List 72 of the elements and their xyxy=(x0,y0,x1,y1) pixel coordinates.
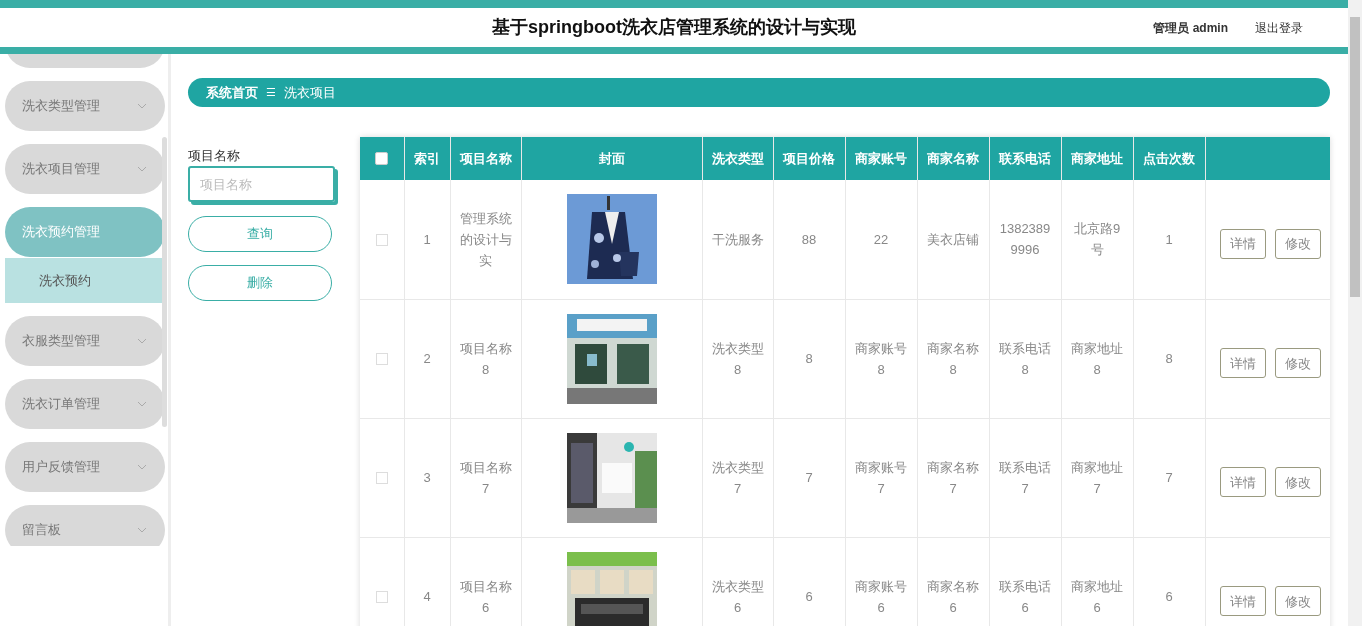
table-cell: 8 xyxy=(1165,351,1173,366)
column-header: 联系电话 xyxy=(989,137,1061,180)
action-button[interactable]: 修改 xyxy=(1274,467,1321,498)
sidebar-item[interactable]: 用户反馈管理 xyxy=(5,442,165,492)
breadcrumb-current: 洗衣项目 xyxy=(284,83,336,102)
table-cell: 商家名称7 xyxy=(927,459,979,496)
search-field[interactable]: 项目名称 xyxy=(188,166,335,202)
table-cell: 商家名称6 xyxy=(927,578,979,615)
action-button[interactable]: 查询 xyxy=(188,216,332,252)
table-cell: 1 xyxy=(423,231,431,247)
table-cell: 项目名称6 xyxy=(459,578,512,615)
column-header: 商家名称 xyxy=(917,137,989,180)
table-cell: 洗衣类型7 xyxy=(711,459,764,496)
action-button[interactable]: 修改 xyxy=(1274,586,1321,617)
column-header: 封面 xyxy=(521,137,702,180)
table-cell: 3 xyxy=(423,470,431,485)
table-cell: 8 xyxy=(805,351,813,366)
action-button[interactable]: 删除 xyxy=(188,265,332,301)
action-button[interactable]: 修改 xyxy=(1274,229,1321,260)
table-cell: 项目名称7 xyxy=(459,459,512,496)
table-cell: 88 xyxy=(801,231,817,247)
table-cell: 商家账号6 xyxy=(855,578,907,615)
sidebar-item[interactable]: 洗衣预约管理 xyxy=(5,207,165,257)
table-cell: 商家地址7 xyxy=(1071,459,1123,496)
table-cell: 联系电话8 xyxy=(999,340,1051,377)
table-cell: 6 xyxy=(1165,589,1173,604)
table-cell: 2 xyxy=(423,351,431,366)
table-cell: 联系电话7 xyxy=(999,459,1051,496)
table-cell: 联系电话6 xyxy=(999,578,1051,615)
column-header: 项目价格 xyxy=(773,137,845,180)
table-cell: 项目名称8 xyxy=(459,340,512,377)
page-title: 基于springboot洗衣店管理系统的设计与实现 xyxy=(492,16,856,39)
table-cell: 北京路9号 xyxy=(1073,221,1121,258)
column-header: 项目名称 xyxy=(450,137,521,180)
table-cell: 7 xyxy=(805,470,813,485)
action-button[interactable]: 修改 xyxy=(1274,348,1321,379)
field-label: 项目名称 xyxy=(188,147,241,164)
table-cell: 商家地址6 xyxy=(1071,578,1123,615)
column-header: 商家账号 xyxy=(845,137,917,180)
submenu-item[interactable]: 洗衣预约 xyxy=(5,258,165,303)
sidebar-item[interactable]: 洗衣订单管理 xyxy=(5,379,165,429)
table-cell: 商家账号7 xyxy=(855,459,907,496)
table-cell: 13823899996 xyxy=(999,221,1051,258)
column-header: 点击次数 xyxy=(1133,137,1205,180)
table-cell: 干洗服务 xyxy=(711,231,764,247)
sidebar-item[interactable]: 洗衣项目管理 xyxy=(5,144,165,194)
column-header: 商家地址 xyxy=(1061,137,1133,180)
action-button[interactable]: 详情 xyxy=(1219,467,1266,498)
sidebar-item[interactable]: 洗衣类型管理 xyxy=(5,81,165,131)
table-cell: 1 xyxy=(1165,231,1173,247)
action-button[interactable]: 详情 xyxy=(1219,348,1266,379)
sidebar-item[interactable]: 衣服类型管理 xyxy=(5,316,165,366)
admin-label: 管理员 admin xyxy=(1153,19,1228,37)
logout-link[interactable]: 退出登录 xyxy=(1255,18,1303,37)
column-header: 洗衣类型 xyxy=(702,137,773,180)
breadcrumb-link[interactable]: 系统首页 xyxy=(206,82,258,103)
breadcrumb-separator: ☰ xyxy=(266,85,276,101)
table-cell: 商家地址8 xyxy=(1071,340,1123,377)
column-header: 索引 xyxy=(404,137,450,180)
table-cell: 7 xyxy=(1165,470,1173,485)
table-cell: 管理系统的设计与实 xyxy=(459,210,512,268)
table-cell: 22 xyxy=(873,231,889,247)
table-cell: 6 xyxy=(805,589,813,604)
table-cell: 美衣店铺 xyxy=(927,231,979,247)
table-cell: 商家账号8 xyxy=(855,340,907,377)
action-button[interactable]: 详情 xyxy=(1219,586,1266,617)
table-cell: 洗衣类型6 xyxy=(711,578,764,615)
table-cell: 洗衣类型8 xyxy=(711,340,764,377)
action-button[interactable]: 详情 xyxy=(1219,229,1266,260)
table-cell: 4 xyxy=(423,589,431,604)
sidebar-item[interactable]: 留言板 xyxy=(5,505,165,546)
table-cell: 商家名称8 xyxy=(927,340,979,377)
